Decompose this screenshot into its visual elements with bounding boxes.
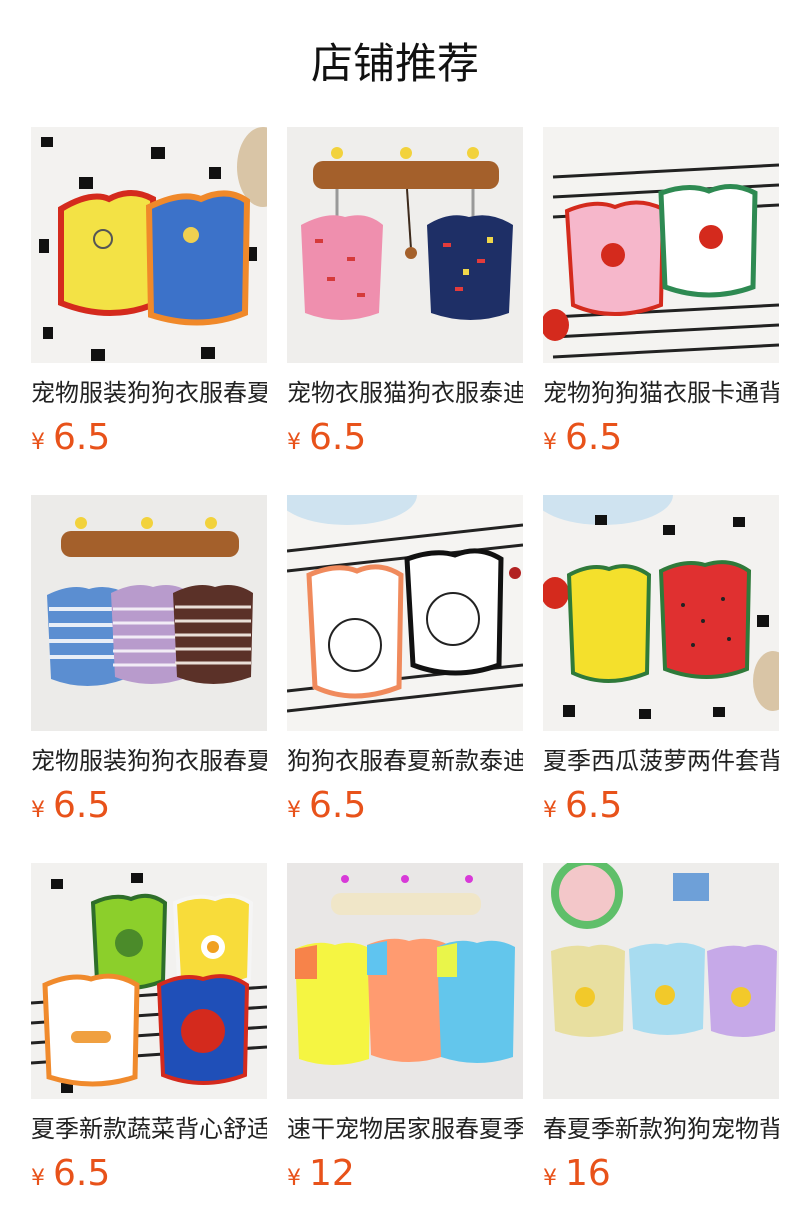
product-name[interactable]: 夏季新款蔬菜背心舒适: [31, 1112, 267, 1146]
product-name[interactable]: 宠物服装狗狗衣服春夏: [31, 744, 267, 778]
product-price: ¥6.5: [543, 784, 779, 828]
product-image[interactable]: [31, 863, 267, 1099]
product-price: ¥6.5: [31, 784, 267, 828]
page-title: 店铺推荐: [310, 39, 479, 88]
currency-symbol: ¥: [287, 430, 301, 455]
price-amount: 6.5: [53, 785, 111, 826]
product-price: ¥6.5: [31, 1152, 267, 1196]
price-amount: 6.5: [309, 417, 367, 458]
currency-symbol: ¥: [543, 430, 557, 455]
product-card[interactable]: 宠物衣服猫狗衣服泰迪 ¥6.5: [287, 127, 523, 460]
product-price: ¥6.5: [543, 416, 779, 460]
price-amount: 6.5: [53, 417, 111, 458]
currency-symbol: ¥: [31, 430, 45, 455]
currency-symbol: ¥: [287, 1166, 301, 1191]
product-name[interactable]: 宠物衣服猫狗衣服泰迪: [287, 376, 523, 410]
product-price: ¥16: [543, 1152, 779, 1196]
price-amount: 16: [565, 1153, 611, 1194]
product-name[interactable]: 宠物服装狗狗衣服春夏: [31, 376, 267, 410]
product-image[interactable]: [287, 495, 523, 731]
product-card[interactable]: 夏季西瓜菠萝两件套背 ¥6.5: [543, 495, 779, 828]
product-name[interactable]: 狗狗衣服春夏新款泰迪: [287, 744, 523, 778]
price-amount: 12: [309, 1153, 355, 1194]
product-card[interactable]: 春夏季新款狗狗宠物背 ¥16: [543, 863, 779, 1196]
currency-symbol: ¥: [543, 798, 557, 823]
product-image[interactable]: [31, 495, 267, 731]
product-image[interactable]: [287, 863, 523, 1099]
product-price: ¥12: [287, 1152, 523, 1196]
product-name[interactable]: 夏季西瓜菠萝两件套背: [543, 744, 779, 778]
currency-symbol: ¥: [543, 1166, 557, 1191]
price-amount: 6.5: [565, 785, 623, 826]
currency-symbol: ¥: [31, 798, 45, 823]
product-card[interactable]: 宠物服装狗狗衣服春夏 ¥6.5: [31, 127, 267, 460]
product-image[interactable]: [543, 495, 779, 731]
product-price: ¥6.5: [287, 416, 523, 460]
currency-symbol: ¥: [287, 798, 301, 823]
product-name[interactable]: 春夏季新款狗狗宠物背: [543, 1112, 779, 1146]
product-image[interactable]: [543, 127, 779, 363]
currency-symbol: ¥: [31, 1166, 45, 1191]
product-price: ¥6.5: [287, 784, 523, 828]
product-name[interactable]: 速干宠物居家服春夏季: [287, 1112, 523, 1146]
product-card[interactable]: 速干宠物居家服春夏季 ¥12: [287, 863, 523, 1196]
product-card[interactable]: 宠物狗狗猫衣服卡通背 ¥6.5: [543, 127, 779, 460]
product-card[interactable]: 夏季新款蔬菜背心舒适 ¥6.5: [31, 863, 267, 1196]
price-amount: 6.5: [565, 417, 623, 458]
product-image[interactable]: [31, 127, 267, 363]
product-card[interactable]: 宠物服装狗狗衣服春夏 ¥6.5: [31, 495, 267, 828]
product-name[interactable]: 宠物狗狗猫衣服卡通背: [543, 376, 779, 410]
price-amount: 6.5: [53, 1153, 111, 1194]
product-card[interactable]: 狗狗衣服春夏新款泰迪 ¥6.5: [287, 495, 523, 828]
price-amount: 6.5: [309, 785, 367, 826]
product-price: ¥6.5: [31, 416, 267, 460]
product-image[interactable]: [287, 127, 523, 363]
product-image[interactable]: [543, 863, 779, 1099]
